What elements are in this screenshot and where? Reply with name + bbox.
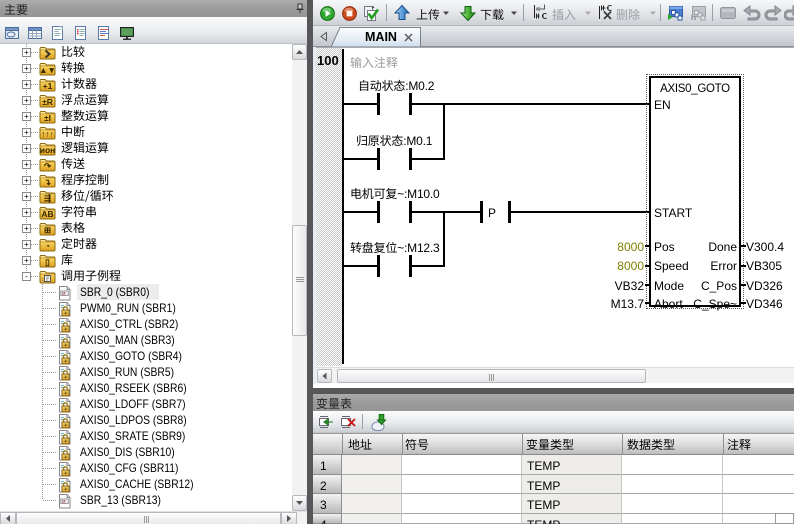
svg-text:±I: ±I: [44, 113, 51, 123]
svg-text:⇶: ⇶: [44, 193, 52, 203]
svg-text:◔: ◔: [45, 241, 50, 251]
svg-text:↑↑↑: ↑↑↑: [41, 129, 54, 139]
svg-text:↷: ↷: [44, 161, 52, 171]
svg-text:↴: ↴: [44, 177, 52, 187]
svg-text:±R: ±R: [42, 97, 53, 107]
svg-text:AB: AB: [41, 209, 53, 219]
svg-text:▯: ▯: [45, 257, 50, 267]
svg-text:ион: ион: [40, 145, 56, 155]
svg-text:▲▼: ▲▼: [39, 65, 56, 75]
svg-text:⊞: ⊞: [44, 225, 51, 235]
svg-text:+1: +1: [43, 81, 53, 91]
